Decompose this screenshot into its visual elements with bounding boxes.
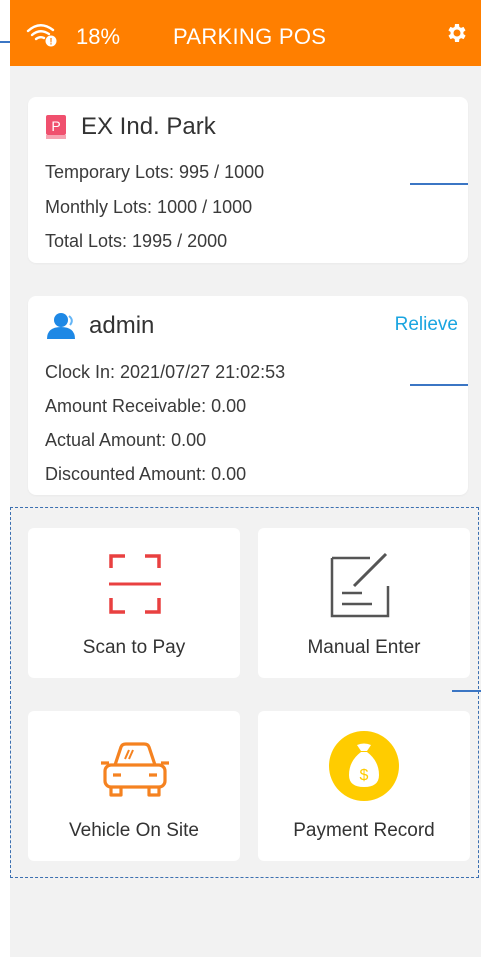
app-screen: ! 18% PARKING POS P EX Ind. Park Tempora… xyxy=(10,0,481,957)
parking-icon: P xyxy=(46,115,66,139)
relieve-link[interactable]: Relieve xyxy=(395,314,458,336)
scan-to-pay-button[interactable]: Scan to Pay xyxy=(28,528,240,678)
page-title: PARKING POS xyxy=(173,24,327,49)
payment-record-button[interactable]: $ Payment Record xyxy=(258,711,470,861)
monthly-lots: Monthly Lots: 1000 / 1000 xyxy=(45,197,253,217)
total-lots: Total Lots: 1995 / 2000 xyxy=(45,231,228,251)
svg-text:P: P xyxy=(51,118,60,134)
money-bag-icon: $ xyxy=(329,731,399,801)
annotation-leader xyxy=(410,384,468,386)
amount-receivable: Amount Receivable: 0.00 xyxy=(45,396,247,416)
annotation-leader xyxy=(410,183,468,185)
discounted-amount: Discounted Amount: 0.00 xyxy=(45,464,247,484)
scan-icon xyxy=(109,554,161,614)
park-name: EX Ind. Park xyxy=(81,113,216,140)
vehicle-on-site-label: Vehicle On Site xyxy=(69,820,199,841)
manual-enter-label: Manual Enter xyxy=(307,637,421,658)
clock-in: Clock In: 2021/07/27 21:02:53 xyxy=(45,362,286,382)
user-icon xyxy=(47,313,75,339)
operator-name: admin xyxy=(89,312,155,339)
top-bar: ! 18% PARKING POS xyxy=(10,0,481,66)
gear-icon[interactable] xyxy=(444,21,468,45)
svg-text:$: $ xyxy=(360,767,369,784)
edit-icon xyxy=(330,552,390,618)
payment-record-label: Payment Record xyxy=(293,820,435,841)
svg-text:!: ! xyxy=(50,37,53,47)
annotation-leader xyxy=(452,690,481,692)
temporary-lots: Temporary Lots: 995 / 1000 xyxy=(45,162,265,182)
wifi-icon: ! xyxy=(26,24,57,47)
battery-percent: 18% xyxy=(76,24,121,49)
manual-enter-button[interactable]: Manual Enter xyxy=(258,528,470,678)
actual-amount: Actual Amount: 0.00 xyxy=(45,430,207,450)
car-icon xyxy=(101,742,169,797)
vehicle-on-site-button[interactable]: Vehicle On Site xyxy=(28,711,240,861)
scan-to-pay-label: Scan to Pay xyxy=(82,637,186,658)
park-info-card: P EX Ind. Park Temporary Lots: 995 / 100… xyxy=(28,97,468,263)
operator-card: admin Relieve Clock In: 2021/07/27 21:02… xyxy=(28,296,468,495)
